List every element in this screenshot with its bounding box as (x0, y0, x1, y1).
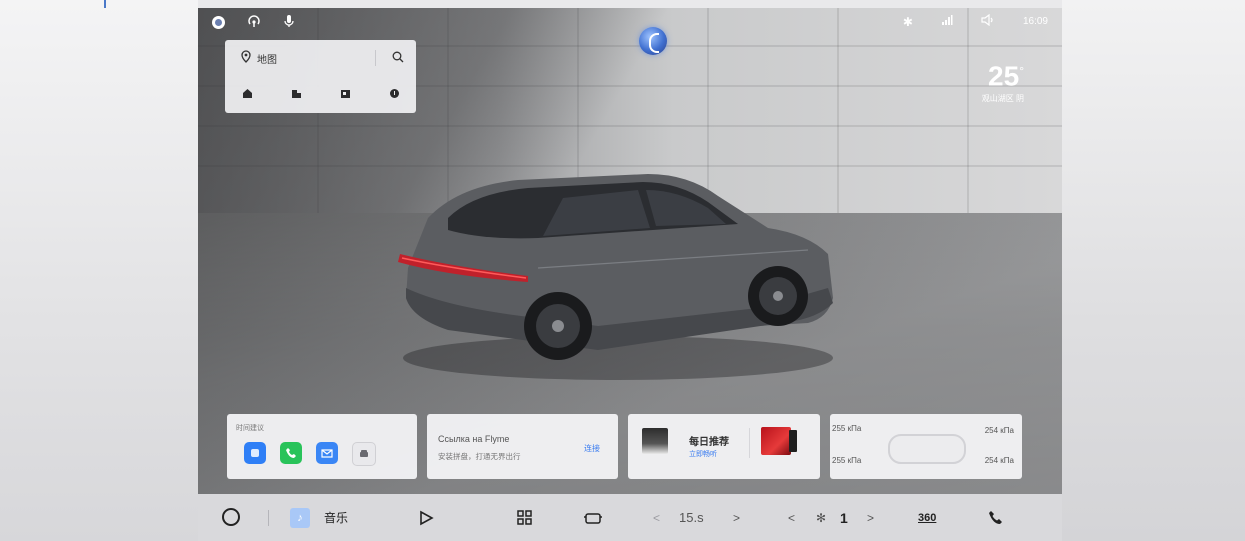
photo-icon[interactable] (340, 87, 352, 99)
map-pin-icon (239, 50, 253, 67)
play-now-link[interactable]: 立即畅听 (689, 449, 717, 459)
tire-front-left: 255 кПа (832, 424, 862, 433)
fan-up-button[interactable]: > (867, 494, 874, 541)
tire-front-right: 254 кПа (984, 426, 1014, 435)
temperature-value: 15.s (679, 510, 704, 525)
music-dock-item[interactable]: ♪ 音乐 (290, 494, 348, 541)
microphone-icon[interactable] (283, 14, 295, 31)
home-button[interactable] (222, 508, 240, 526)
info-icon[interactable] (389, 87, 401, 99)
outer-frame-left (0, 0, 198, 541)
fan-down-button[interactable]: < (788, 494, 795, 541)
home-icon[interactable] (241, 87, 253, 99)
view-360-button[interactable]: 360 (918, 494, 936, 541)
album-cover[interactable] (761, 427, 797, 455)
fan-icon: ✻ (816, 510, 827, 525)
dock-divider (268, 510, 269, 526)
temp-down-button[interactable]: < (653, 494, 660, 541)
weather-temperature: 25° (988, 60, 1024, 92)
flyme-connect-link[interactable]: 连接 (584, 443, 600, 454)
tire-rear-right: 254 кПа (984, 456, 1014, 465)
status-bar-right: ✱ 16:09 (902, 13, 1048, 29)
music-card[interactable]: 每日推荐 立即畅听 (628, 414, 820, 479)
music-card-title: 每日推荐 (689, 437, 729, 448)
phone-icon[interactable] (280, 442, 302, 464)
clock-time: 16:09 (1022, 16, 1048, 27)
signal-icon (941, 14, 953, 29)
car-icon[interactable] (352, 442, 376, 466)
tire-pressure-card[interactable]: 255 кПа 254 кПа 255 кПа 254 кПа (830, 414, 1022, 479)
profile-dot-icon[interactable] (212, 16, 225, 29)
weather-widget[interactable]: 25° 观山湖区 阴 (982, 56, 1024, 104)
shortcut-card[interactable]: 时间建议 (227, 414, 417, 479)
map-divider (375, 50, 376, 66)
outer-frame-right (1062, 0, 1245, 541)
temp-up-button[interactable]: > (733, 494, 740, 541)
volume-icon[interactable] (981, 13, 995, 29)
mail-icon[interactable] (316, 442, 338, 464)
shortcut-card-title: 时间建议 (236, 425, 264, 432)
tire-rear-left: 255 кПа (832, 456, 862, 465)
blue-app-icon[interactable] (244, 442, 266, 464)
phone-dock-icon[interactable] (988, 494, 1003, 541)
map-label: 地图 (257, 55, 277, 66)
navigate-icon[interactable] (418, 494, 434, 541)
car-display-screen: ✱ 16:09 25° 观山湖区 阴 地图 时间建议 Ссылка на Fly… (198, 8, 1062, 541)
map-search-row[interactable]: 地图 (239, 50, 404, 67)
corner-marker (104, 0, 106, 8)
voice-assistant-icon[interactable] (639, 27, 667, 55)
recommend-cover[interactable] (642, 428, 668, 454)
map-card[interactable]: 地图 (225, 40, 416, 113)
flyme-title: Ссылка на Flyme (438, 434, 510, 444)
music-label: 音乐 (324, 511, 349, 525)
music-note-icon: ♪ (290, 507, 310, 528)
search-icon[interactable] (392, 51, 404, 66)
hotspot-icon[interactable] (247, 14, 261, 31)
vehicle-image[interactable] (388, 158, 848, 388)
flyme-subtitle: 安装拼盘，打通无界出行 (438, 452, 521, 461)
app-grid-icon[interactable] (517, 494, 532, 541)
map-shortcuts (241, 87, 401, 99)
bluetooth-icon: ✱ (902, 14, 913, 29)
car-outline (888, 434, 966, 464)
weather-location: 观山湖区 阴 (981, 94, 1024, 104)
bottom-dock: ♪ 音乐 < 15.s > < ✻ 1 > 360 (198, 494, 1062, 541)
status-bar-left (212, 14, 295, 31)
flyme-card[interactable]: Ссылка на Flyme 安装拼盘，打通无界出行 连接 (427, 414, 618, 479)
car-settings-icon[interactable] (584, 494, 602, 541)
fan-level: 1 (840, 509, 848, 526)
office-icon[interactable] (290, 87, 302, 99)
shortcut-apps (244, 442, 376, 466)
music-divider (749, 428, 750, 458)
